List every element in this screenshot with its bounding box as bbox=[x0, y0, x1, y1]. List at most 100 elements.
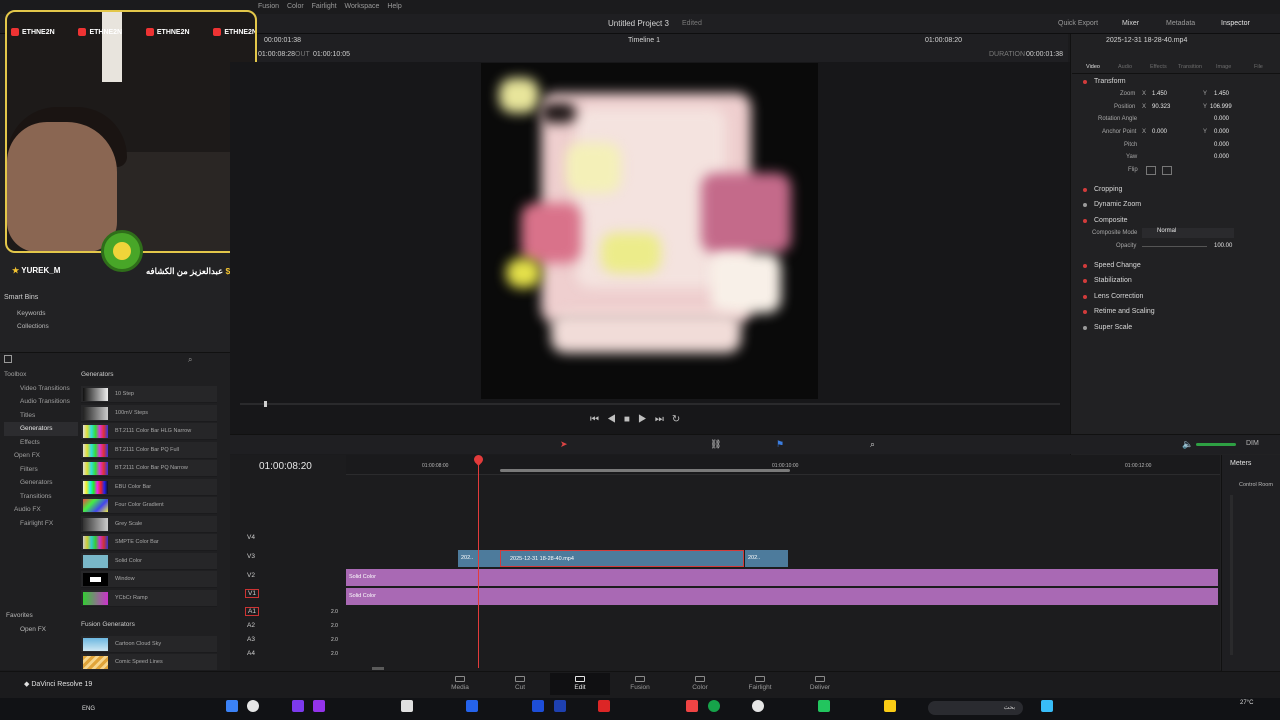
timeline-h-scroll[interactable] bbox=[372, 667, 384, 670]
anchor-x-field[interactable]: 0.000 bbox=[1152, 129, 1167, 135]
zoom-y-field[interactable]: 1.450 bbox=[1214, 91, 1229, 97]
generator-item[interactable]: Grey Scale bbox=[81, 516, 217, 533]
generator-item[interactable]: YCbCr Ramp bbox=[81, 590, 217, 607]
windows-start-icon[interactable] bbox=[1041, 700, 1053, 712]
tree-fx-transitions[interactable]: Transitions bbox=[4, 490, 78, 504]
smart-bin-keywords[interactable]: Keywords bbox=[17, 310, 46, 317]
taskbar-app-icon[interactable] bbox=[226, 700, 238, 712]
composite-mode-select[interactable]: Normal bbox=[1142, 228, 1234, 238]
selection-tool-icon[interactable]: ➤ bbox=[560, 439, 568, 450]
menu-fusion[interactable]: Fusion bbox=[258, 0, 279, 14]
tree-fairlight-fx[interactable]: Fairlight FX bbox=[4, 517, 78, 531]
tree-audio-fx[interactable]: Audio FX bbox=[4, 503, 78, 517]
position-y-field[interactable]: 106.999 bbox=[1210, 104, 1232, 110]
tab-video[interactable]: Video bbox=[1086, 64, 1100, 70]
scrubber-handle[interactable] bbox=[264, 401, 267, 407]
section-composite[interactable]: Composite bbox=[1072, 213, 1280, 229]
clip-v3-short-right[interactable]: 202.. bbox=[745, 550, 788, 567]
opacity-slider[interactable] bbox=[1142, 246, 1207, 247]
page-fusion[interactable]: Fusion bbox=[610, 673, 670, 695]
timeline-scroll-bar[interactable] bbox=[500, 469, 790, 472]
track-header-v1[interactable]: V1 bbox=[233, 587, 346, 605]
page-edit[interactable]: Edit bbox=[550, 673, 610, 695]
taskbar-app-icon[interactable] bbox=[554, 700, 566, 712]
flip-horizontal-button[interactable] bbox=[1146, 166, 1156, 175]
first-frame-icon[interactable]: ⏮ bbox=[590, 414, 607, 425]
flag-icon[interactable]: ⚑ bbox=[776, 439, 784, 450]
section-lens-correction[interactable]: Lens Correction bbox=[1072, 289, 1280, 305]
anchor-y-field[interactable]: 0.000 bbox=[1214, 129, 1229, 135]
playhead[interactable] bbox=[478, 458, 479, 668]
track-header-v4[interactable]: V4 bbox=[233, 530, 346, 548]
panel-toggle-icon[interactable] bbox=[4, 355, 12, 363]
tree-generators[interactable]: Generators bbox=[4, 422, 78, 436]
track-header-a4[interactable]: A4 2.0 bbox=[233, 648, 346, 666]
tab-effects[interactable]: Effects bbox=[1150, 64, 1167, 70]
tree-filters[interactable]: Filters bbox=[4, 463, 78, 477]
clip-v3-main[interactable]: 2025-12-31 18-28-40.mp4 bbox=[500, 550, 744, 567]
prev-frame-icon[interactable]: ◀ bbox=[607, 414, 624, 425]
video-frame[interactable] bbox=[481, 63, 818, 399]
generator-item[interactable]: 10 Step bbox=[81, 386, 217, 403]
generator-item[interactable]: BT.2111 Color Bar PQ Narrow bbox=[81, 460, 217, 477]
tree-effects[interactable]: Effects bbox=[4, 436, 78, 450]
last-frame-icon[interactable]: ⏭ bbox=[655, 414, 672, 425]
section-speed-change[interactable]: Speed Change bbox=[1072, 258, 1280, 274]
stop-icon[interactable]: ■ bbox=[624, 414, 638, 425]
section-retime-scaling[interactable]: Retime and Scaling bbox=[1072, 304, 1280, 320]
zoom-x-field[interactable]: 1.450 bbox=[1152, 91, 1167, 97]
taskbar-app-icon[interactable] bbox=[466, 700, 478, 712]
tree-fx-generators[interactable]: Generators bbox=[4, 476, 78, 490]
link-icon[interactable]: ⛓ bbox=[710, 439, 721, 450]
page-color[interactable]: Color bbox=[670, 673, 730, 695]
yaw-field[interactable]: 0.000 bbox=[1214, 154, 1229, 160]
track-header-v2[interactable]: V2 bbox=[233, 568, 346, 586]
mixer-button[interactable]: Mixer bbox=[1122, 14, 1139, 34]
tree-open-fx[interactable]: Open FX bbox=[4, 449, 78, 463]
rotation-field[interactable]: 0.000 bbox=[1214, 116, 1229, 122]
page-fairlight[interactable]: Fairlight bbox=[730, 673, 790, 695]
taskbar-app-icon[interactable] bbox=[708, 700, 720, 712]
tree-titles[interactable]: Titles bbox=[4, 409, 78, 423]
timeline-selector[interactable]: Timeline 1 bbox=[628, 37, 660, 44]
dim-button[interactable]: DIM bbox=[1246, 440, 1259, 447]
taskbar-app-icon[interactable] bbox=[818, 700, 830, 712]
taskbar-app-icon[interactable] bbox=[292, 700, 304, 712]
inspector-button[interactable]: Inspector bbox=[1221, 14, 1250, 34]
section-dynamic-zoom[interactable]: Dynamic Zoom bbox=[1072, 197, 1280, 213]
taskbar-app-icon[interactable] bbox=[752, 700, 764, 712]
fusion-generator-item[interactable]: Cartoon Cloud Sky bbox=[81, 636, 217, 653]
taskbar-app-icon[interactable] bbox=[884, 700, 896, 712]
search-icon[interactable]: ⌕ bbox=[188, 355, 192, 365]
tab-file[interactable]: File bbox=[1254, 64, 1263, 70]
metadata-button[interactable]: Metadata bbox=[1166, 14, 1195, 34]
page-cut[interactable]: Cut bbox=[490, 673, 550, 695]
section-stabilization[interactable]: Stabilization bbox=[1072, 273, 1280, 289]
menu-workspace[interactable]: Workspace bbox=[345, 0, 380, 14]
generator-item[interactable]: EBU Color Bar bbox=[81, 479, 217, 496]
tab-audio[interactable]: Audio bbox=[1118, 64, 1132, 70]
page-media[interactable]: Media bbox=[430, 673, 490, 695]
tab-image[interactable]: Image bbox=[1216, 64, 1231, 70]
clip-v1-solid-color[interactable]: Solid Color bbox=[346, 588, 1218, 605]
zoom-icon[interactable]: ⌕ bbox=[870, 439, 875, 450]
pitch-field[interactable]: 0.000 bbox=[1214, 142, 1229, 148]
taskbar-app-icon[interactable] bbox=[686, 700, 698, 712]
taskbar-app-icon[interactable] bbox=[313, 700, 325, 712]
generator-item[interactable]: Window bbox=[81, 571, 217, 588]
tree-video-transitions[interactable]: Video Transitions bbox=[4, 382, 78, 396]
menu-color[interactable]: Color bbox=[287, 0, 304, 14]
volume-slider[interactable] bbox=[1196, 443, 1236, 446]
generator-item[interactable]: BT.2111 Color Bar HLG Narrow bbox=[81, 423, 217, 440]
taskbar-app-icon[interactable] bbox=[401, 700, 413, 712]
generator-item[interactable]: BT.2111 Color Bar PQ Full bbox=[81, 442, 217, 459]
tree-audio-transitions[interactable]: Audio Transitions bbox=[4, 395, 78, 409]
generator-item[interactable]: Four Color Gradient bbox=[81, 497, 217, 514]
play-icon[interactable]: ▶ bbox=[638, 414, 655, 425]
scrubber-bar[interactable] bbox=[240, 403, 1060, 405]
tree-favorites[interactable]: Favorites bbox=[6, 612, 33, 619]
loop-icon[interactable]: ↻ bbox=[672, 414, 688, 425]
section-transform[interactable]: Transform bbox=[1072, 74, 1280, 90]
fusion-generator-item[interactable]: Comic Speed Lines bbox=[81, 654, 217, 671]
language-indicator[interactable]: ENG bbox=[82, 706, 95, 712]
